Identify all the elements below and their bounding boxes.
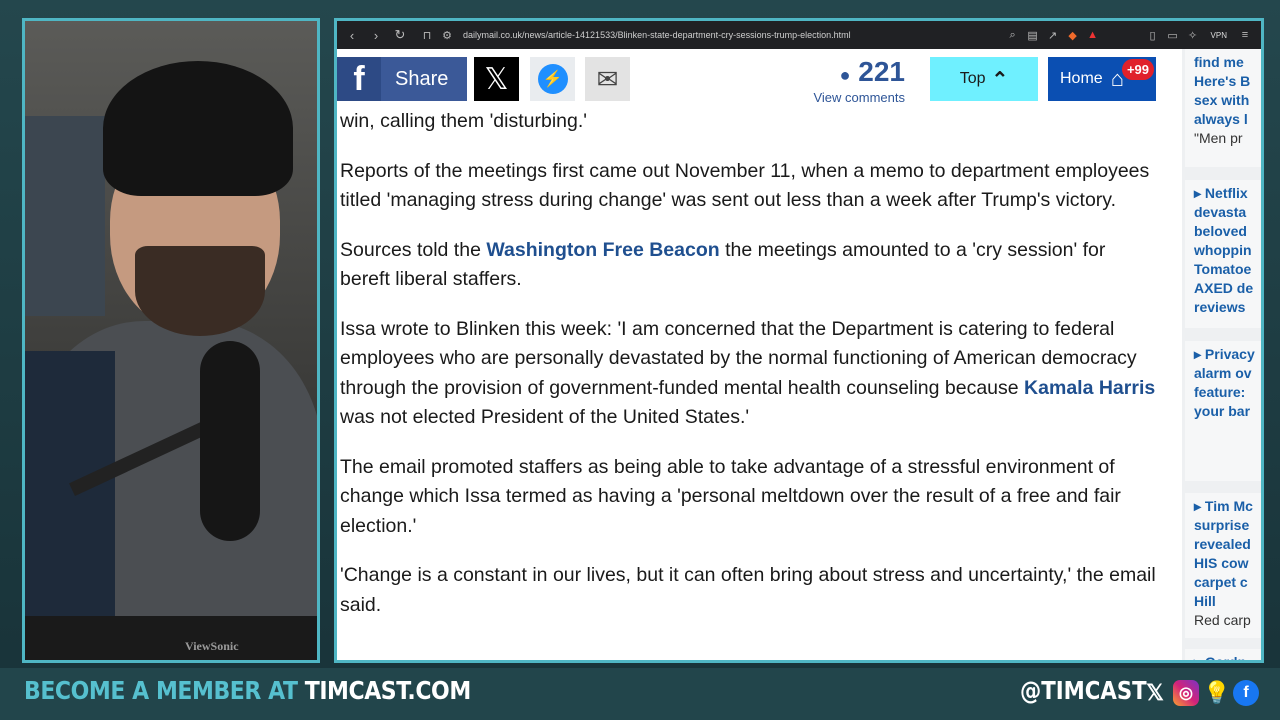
cta-site: TIMCAST.COM [304,676,471,705]
paragraph: Reports of the meetings first came out N… [340,159,1150,212]
envelope-icon: ✉ [596,63,619,94]
view-comments-label: View comments [813,90,905,105]
x-logo-icon: 𝕏 [1146,680,1164,705]
share-bar: f Share 𝕏 ⚡ ✉ ● 221 View comments Top ⌃ … [337,55,1157,106]
paragraph: win, calling them 'disturbing.' [340,110,587,132]
x-share-button[interactable]: 𝕏 [474,57,519,101]
zoom-icon[interactable]: ⌕ [1003,29,1023,42]
background-shelf [25,116,105,316]
bookmark-icon[interactable]: ⊓ [417,29,437,42]
sidebar-title-line: alarm ov [1194,365,1252,381]
browser-window: ‹ › ↻ ⊓ ⚙ dailymail.co.uk/news/article-1… [334,18,1264,663]
webcam-feed: ViewSonic [22,18,320,663]
sidebar-title-line: Here's B [1194,73,1251,89]
related-sidebar: find me Here's B sex with always l "Men … [1182,49,1261,660]
sidebar-title-line: ▸ Tim Mc [1194,498,1253,514]
comment-bubble-icon: ● [839,65,851,85]
vpn-button[interactable]: VPN [1211,31,1227,40]
monitor-brand: ViewSonic [185,639,239,653]
wallet-icon[interactable]: ▭ [1163,29,1183,42]
top-label: Top [959,70,986,87]
sidebar-item[interactable]: ▸ Tim Mc surprise revealed HIS cow carpe… [1182,493,1261,638]
notification-badge: +99 [1121,59,1154,80]
share-page-icon[interactable]: ↗ [1043,29,1063,42]
messenger-icon: ⚡ [537,64,568,94]
kamala-harris-link[interactable]: Kamala Harris [1024,377,1155,399]
email-share-button[interactable]: ✉ [585,57,630,101]
paragraph: 'Change is a constant in our lives, but … [340,564,1156,616]
presenter-beanie [103,61,293,196]
sidebar-subtitle: "Men pr [1194,130,1243,146]
facebook-share-button[interactable]: f Share [337,57,467,101]
monitor [25,616,317,660]
comment-count: 221 [858,56,905,87]
sidebar-title-line: ▸ Netflix [1194,185,1248,201]
sidebar-title-line: ▸ Privacy [1194,346,1255,362]
instagram-icon: ◎ [1173,680,1199,706]
sidebar-title-line: sex with [1194,92,1250,108]
sidebar-title-line: AXED de [1194,280,1254,296]
chevron-up-icon: ⌃ [991,68,1009,91]
sidebar-title-line: your bar [1194,403,1251,419]
cta-prefix: BECOME A MEMBER AT [24,676,305,705]
sidebar-title-line: HIS cow [1194,555,1249,571]
sidebar-title-line: surprise [1194,517,1250,533]
messenger-share-button[interactable]: ⚡ [530,57,575,101]
paragraph: Issa wrote to Blinken this week: 'I am c… [340,315,1160,433]
shield-icon[interactable]: ◆ [1063,29,1083,42]
sidebar-item[interactable]: ▸ Privacy alarm ov feature: your bar [1182,341,1261,481]
sidebar-title-line: whoppin [1194,242,1252,258]
stream-footer: BECOME A MEMBER AT TIMCAST.COM @TIMCAST … [0,668,1280,720]
paragraph-text: Issa wrote to Blinken this week: 'I am c… [340,317,1137,399]
sidebar-toggle-icon[interactable]: ▯ [1143,29,1163,42]
sidebar-title-line: beloved [1194,223,1247,239]
back-icon[interactable]: ‹ [343,28,361,43]
reload-icon[interactable]: ↻ [391,27,409,43]
facebook-icon: f [337,57,381,101]
sidebar-item[interactable]: find me Here's B sex with always l "Men … [1182,49,1261,167]
forward-icon[interactable]: › [367,28,385,43]
sidebar-title-line: Hill [1194,593,1216,609]
sidebar-title-line: always l [1194,111,1248,127]
sidebar-subtitle: Red carp [1194,612,1251,628]
sidebar-title-line: feature: [1194,384,1246,400]
browser-toolbar: ‹ › ↻ ⊓ ⚙ dailymail.co.uk/news/article-1… [337,21,1261,49]
comments-link[interactable]: ● 221 View comments [805,56,905,106]
paragraph-text: Sources told the [340,238,487,261]
sidebar-title-line: reviews [1194,299,1246,315]
washington-free-beacon-link[interactable]: Washington Free Beacon [486,239,719,261]
stream-layout: ViewSonic ‹ › ↻ ⊓ ⚙ dailymail.co.uk/news… [0,0,1280,720]
sidebar-title-line: find me [1194,54,1244,70]
sidebar-title-line: ▸ Gardn [1194,654,1247,663]
address-bar[interactable]: ⊓ ⚙ dailymail.co.uk/news/article-1412153… [417,24,995,46]
menu-icon[interactable]: ≡ [1235,29,1255,41]
sidebar-title-line: revealed [1194,536,1251,552]
sidebar-title-line: carpet c [1194,574,1248,590]
paragraph-text: was not elected President of the United … [340,406,750,428]
x-icon: 𝕏 [484,62,509,96]
paragraph: Sources told the Washington Free Beacon … [340,236,1160,295]
home-label: Home [1060,70,1103,87]
reader-icon[interactable]: ▤ [1023,29,1043,42]
sidebar-title-line: Tomatoe [1194,261,1252,277]
membership-cta: BECOME A MEMBER AT TIMCAST.COM [24,676,471,705]
article-page: f Share 𝕏 ⚡ ✉ ● 221 View comments Top ⌃ … [337,49,1182,660]
top-button[interactable]: Top ⌃ [930,57,1038,101]
paragraph: The email promoted staffers as being abl… [340,455,1121,537]
sidebar-item[interactable]: ▸ Netflix devasta beloved whoppin Tomato… [1182,180,1261,328]
lightbulb-icon: 💡 [1203,680,1231,705]
home-button[interactable]: Home ⌂ +99 [1048,57,1156,101]
site-settings-icon[interactable]: ⚙ [437,29,457,42]
facebook-logo-icon: f [1233,680,1259,706]
rewards-icon[interactable]: ▲ [1083,29,1103,41]
social-handle: @TIMCAST [1020,676,1147,705]
article-body: win, calling them 'disturbing.' Reports … [340,107,1160,640]
leo-icon[interactable]: ✧ [1183,29,1203,42]
url-text[interactable]: dailymail.co.uk/news/article-14121533/Bl… [463,30,851,40]
presenter-beard [135,246,265,336]
share-label: Share [395,67,449,90]
sidebar-item[interactable]: ▸ Gardn [1182,649,1261,663]
sidebar-title-line: devasta [1194,204,1247,220]
microphone [200,341,260,541]
